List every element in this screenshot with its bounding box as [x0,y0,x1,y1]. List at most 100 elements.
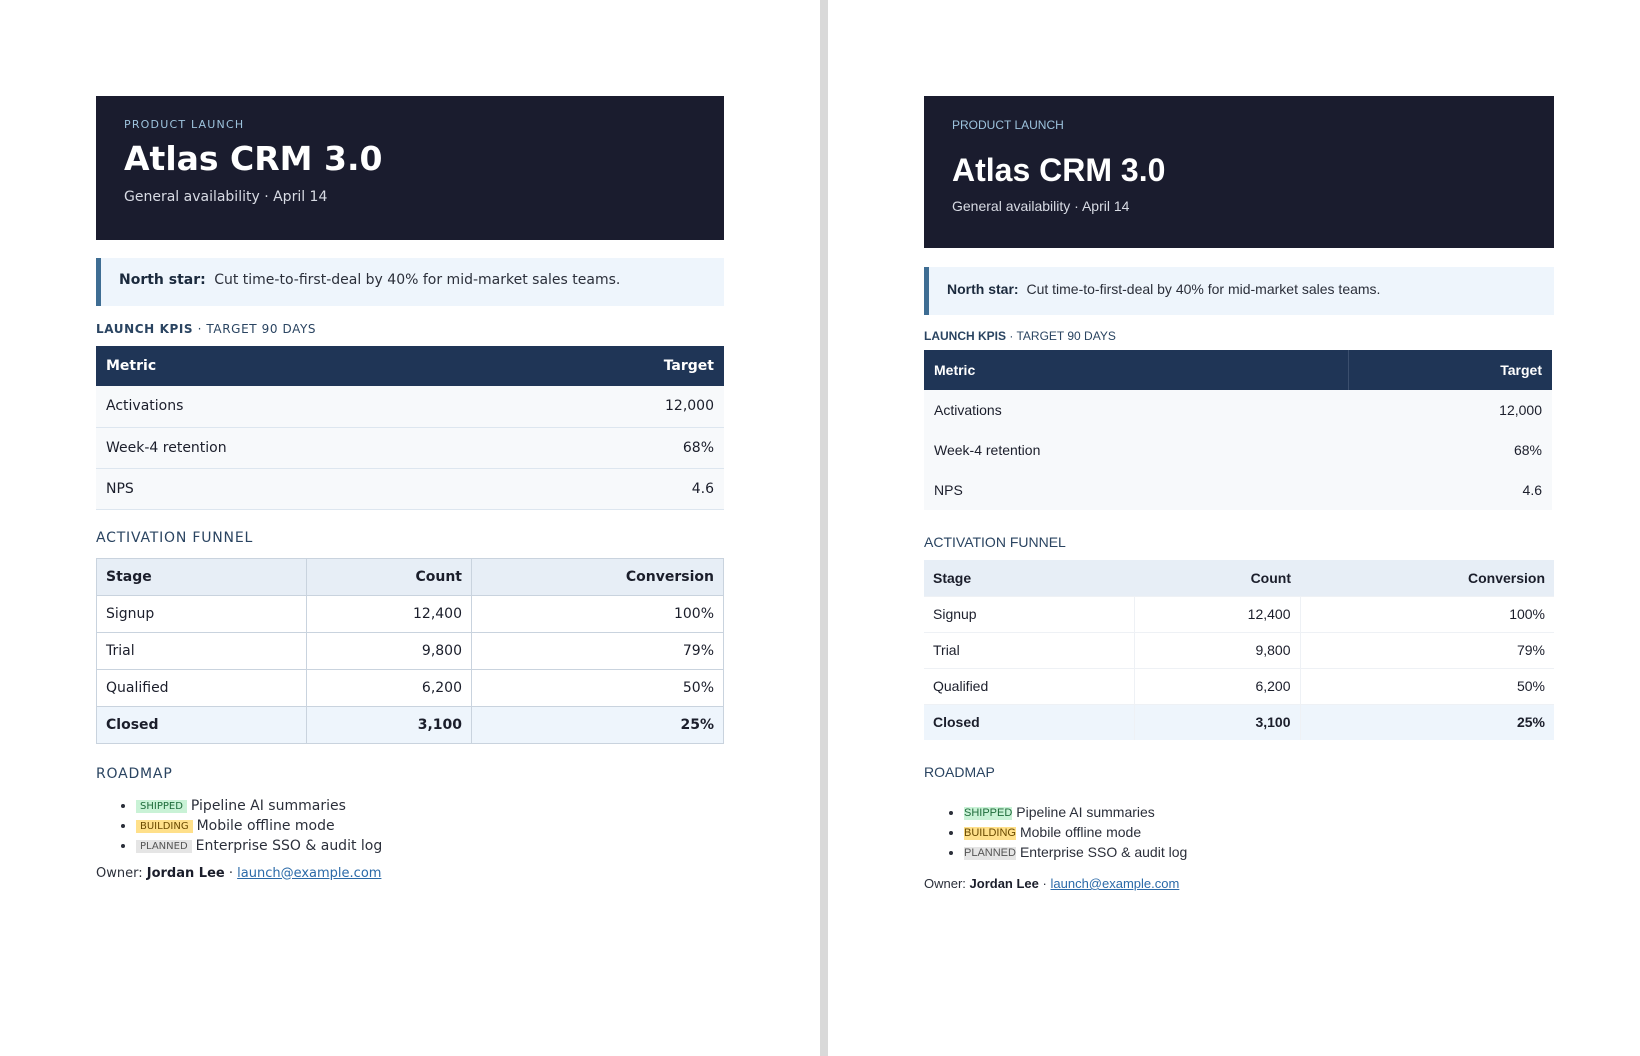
funnel-col-stage: Stage [96,557,307,596]
funnel-conversion: 100% [1300,595,1554,632]
status-badge: SHIPPED [964,807,1013,820]
kpi-target: 12,000 [514,386,724,428]
kpi-metric: Activations [924,390,1348,430]
table-row: Activations 12,000 [924,390,1552,430]
kpi-target: 4.6 [1348,470,1552,510]
kpi-table: Metric Target Activations 12,000 Week-4 … [924,350,1552,510]
table-row: Trial 9,800 79% [924,631,1554,668]
list-item: SHIPPEDPipeline AI summaries [964,802,1554,822]
status-badge: BUILDING [964,827,1016,840]
funnel-heading: ACTIVATION FUNNEL [96,529,254,546]
funnel-col-conversion: Conversion [471,557,724,596]
page-subtitle: General availability · April 14 [124,189,328,205]
funnel-count: 3,100 [306,705,472,744]
kpi-metric: Week-4 retention [96,427,515,469]
north-star-label: North star: [119,272,206,288]
owner-name: Jordan Lee [146,865,225,881]
kpi-heading-rest: · TARGET 90 DAYS [193,322,317,336]
launch-document: PRODUCT LAUNCH Atlas CRM 3.0 General ava… [924,96,1554,891]
kpi-target: 68% [1348,430,1552,470]
north-star-callout: North star: Cut time-to-first-deal by 40… [924,267,1554,315]
page-title: Atlas CRM 3.0 [124,139,383,178]
funnel-col-stage: Stage [924,560,1134,596]
funnel-conversion: 100% [471,594,724,633]
funnel-count: 6,200 [306,668,472,707]
table-row: Qualified 6,200 50% [96,668,724,707]
table-row: NPS 4.6 [924,470,1552,510]
kpi-col-metric: Metric [924,350,1349,390]
funnel-table: Stage Count Conversion Signup 12,400 100… [96,557,724,744]
kpi-col-target: Target [1348,350,1552,390]
left-render-pane: PRODUCT LAUNCH Atlas CRM 3.0 General ava… [0,0,820,1056]
kpi-col-target: Target [514,346,724,386]
page-subtitle: General availability · April 14 [952,198,1130,214]
owner-name: Jordan Lee [969,876,1039,891]
kpi-header-row: Metric Target [96,346,724,386]
funnel-count: 9,800 [1134,631,1301,668]
funnel-col-count: Count [1134,560,1300,596]
owner-separator: · [1042,876,1047,891]
list-item: BUILDINGMobile offline mode [136,816,724,836]
pane-divider [820,0,828,1056]
status-badge: BUILDING [136,819,193,833]
kpi-metric: Activations [96,386,515,428]
kpi-metric: NPS [924,470,1348,510]
funnel-count: 3,100 [1134,703,1301,740]
kpi-heading-strong: LAUNCH KPIS [96,322,194,336]
hero-banner: PRODUCT LAUNCH Atlas CRM 3.0 General ava… [96,96,724,240]
kpi-heading: LAUNCH KPIS · TARGET 90 DAYS [924,329,1554,343]
hero-banner: PRODUCT LAUNCH Atlas CRM 3.0 General ava… [924,96,1554,248]
status-badge: SHIPPED [136,799,187,813]
kpi-table: Metric Target Activations 12,000 Week-4 … [96,346,724,510]
north-star-label: North star: [947,281,1019,297]
funnel-conversion: 50% [1300,667,1554,704]
kpi-target: 4.6 [514,468,724,510]
funnel-stage: Trial [96,631,307,670]
funnel-col-conversion: Conversion [1300,560,1554,596]
table-row: Signup 12,400 100% [924,595,1554,632]
table-row: Qualified 6,200 50% [924,667,1554,704]
list-item: PLANNEDEnterprise SSO & audit log [964,842,1554,862]
owner-email-link[interactable]: launch@example.com [1050,876,1179,891]
owner-line: Owner: Jordan Lee · launch@example.com [96,866,724,881]
roadmap-heading: ROADMAP [96,765,173,782]
roadmap-item-text: Enterprise SSO & audit log [1019,844,1188,860]
kpi-heading: LAUNCH KPIS · TARGET 90 DAYS [96,322,724,336]
kpi-heading-strong: LAUNCH KPIS [924,329,1007,343]
table-row: Signup 12,400 100% [96,594,724,633]
funnel-col-count: Count [306,557,472,596]
roadmap-item-text: Enterprise SSO & audit log [195,837,383,854]
funnel-stage: Signup [924,595,1135,632]
funnel-header-row: Stage Count Conversion [924,560,1554,596]
funnel-count: 9,800 [306,631,472,670]
roadmap-item-text: Mobile offline mode [1019,824,1142,840]
kpi-target: 12,000 [1348,390,1552,430]
table-row: Week-4 retention 68% [924,430,1552,470]
funnel-count: 12,400 [1134,595,1301,632]
roadmap-list: SHIPPEDPipeline AI summaries BUILDINGMob… [924,802,1554,862]
roadmap-list: SHIPPEDPipeline AI summaries BUILDINGMob… [96,796,724,856]
table-row: Trial 9,800 79% [96,631,724,670]
funnel-conversion: 25% [1300,703,1554,740]
table-row: Closed 3,100 25% [924,703,1554,740]
owner-line: Owner: Jordan Lee · launch@example.com [924,876,1554,891]
table-row: Week-4 retention 68% [96,427,724,469]
kpi-metric: NPS [96,468,515,510]
eyebrow-label: PRODUCT LAUNCH [952,118,1064,132]
roadmap-heading: ROADMAP [924,764,995,780]
funnel-count: 6,200 [1134,667,1301,704]
funnel-stage: Closed [924,703,1135,740]
list-item: SHIPPEDPipeline AI summaries [136,796,724,816]
kpi-heading-rest: · TARGET 90 DAYS [1006,329,1116,343]
funnel-header-row: Stage Count Conversion [96,557,724,596]
north-star-text: Cut time-to-first-deal by 40% for mid-ma… [1026,281,1381,297]
funnel-conversion: 79% [1300,631,1554,668]
funnel-stage: Closed [96,705,307,744]
funnel-table: Stage Count Conversion Signup 12,400 100… [924,560,1554,740]
owner-email-link[interactable]: launch@example.com [237,866,381,881]
funnel-stage: Trial [924,631,1135,668]
eyebrow-label: PRODUCT LAUNCH [124,118,245,131]
owner-separator: · [228,865,233,881]
right-render-pane: PRODUCT LAUNCH Atlas CRM 3.0 General ava… [828,0,1640,1056]
launch-document: PRODUCT LAUNCH Atlas CRM 3.0 General ava… [96,96,724,881]
